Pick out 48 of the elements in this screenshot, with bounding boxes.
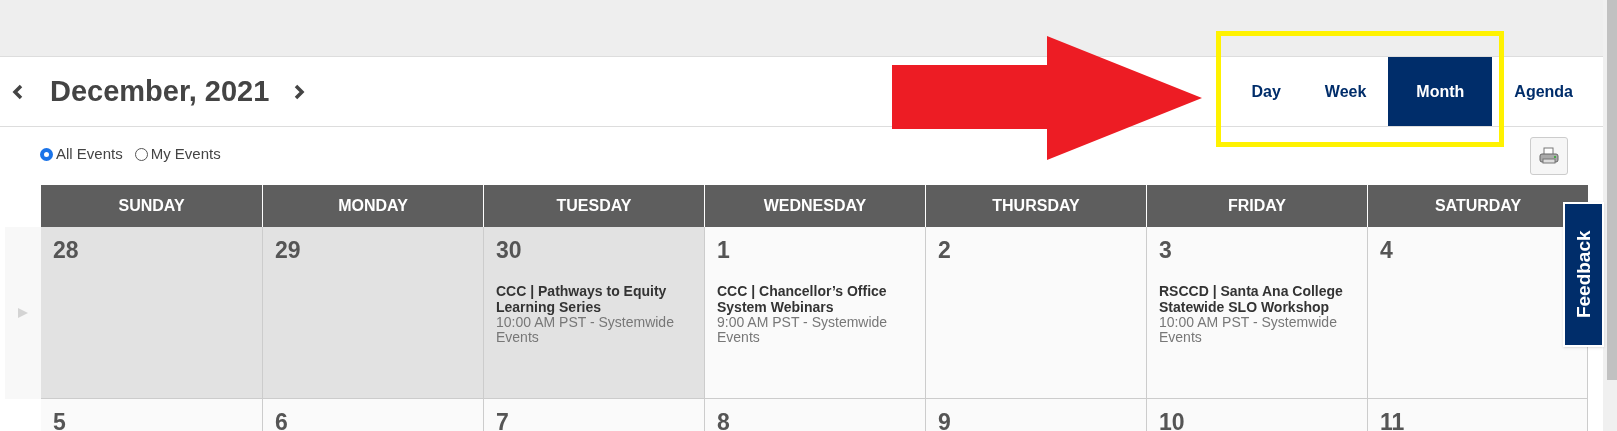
day-cell[interactable]: 28 [41,227,262,398]
day-number: 3 [1159,236,1172,265]
view-tab[interactable]: Week [1302,57,1389,126]
day-number: 29 [275,236,301,265]
day-number: 1 [717,236,730,265]
event-time: 10:00 AM PST - Systemwide Events [1159,314,1338,345]
previous-icon[interactable] [12,82,24,101]
event-time: 9:00 AM PST - Systemwide Events [717,314,889,345]
day-number: 8 [717,408,730,431]
next-icon[interactable] [293,82,306,101]
day-cell[interactable]: 11 [1367,399,1588,431]
day-number: 30 [496,236,522,265]
radio-button[interactable] [40,147,53,161]
radio-button[interactable] [134,147,148,161]
day-cell[interactable]: 1 CCC | Chancellor’s Office System Webinars 9:00 AM PST - Systemwide Events [704,227,925,398]
radio-label: My Events [150,143,221,164]
radio-label: All Events [56,143,123,164]
print-button[interactable] [1530,137,1568,175]
month-title: December, 2021 [50,73,270,109]
feedback-tab[interactable]: Feedback [1563,202,1604,347]
day-cell[interactable]: 7 [483,399,704,431]
day-number: 11 [1380,408,1405,431]
day-cell[interactable]: 30 CCC | Pathways to Equity Learning Series 10:00 AM PST - Systemwide Events [483,227,704,398]
view-tab[interactable]: Month [1388,57,1493,126]
day-number: 2 [938,236,951,265]
day-number: 5 [53,408,66,431]
day-cell[interactable]: 29 [262,227,483,398]
day-cell[interactable]: 2 [925,227,1146,398]
day-number: 28 [53,236,79,265]
view-tab[interactable]: Agenda [1492,57,1595,126]
day-number: 9 [938,408,951,431]
day-cell[interactable]: 3 RSCCD | Santa Ana College Statewide SLO Workshop 10:00 AM PST - Systemwide Events [1146,227,1367,398]
event-title[interactable]: RSCCD | Santa Ana College Statewide SLO Workshop [1159,282,1359,315]
day-cell[interactable]: 5 [41,399,262,431]
day-number: 10 [1159,408,1185,431]
event-title[interactable]: CCC | Chancellor’s Office System Webinars [717,282,917,315]
view-tab[interactable]: Day [1229,57,1303,126]
day-cell[interactable]: 9 [925,399,1146,431]
day-cell[interactable]: 10 [1146,399,1367,431]
day-number: 6 [275,408,288,431]
event-title[interactable]: CCC | Pathways to Equity Learning Series [496,282,696,315]
day-number: 7 [496,408,509,431]
weekday-header: SUNDAY [117,196,186,216]
day-cell[interactable]: 6 [262,399,483,431]
printer-icon [1539,147,1559,165]
event-time: 10:00 AM PST - Systemwide Events [496,314,675,345]
day-cell[interactable]: 8 [704,399,925,431]
day-number: 4 [1380,236,1393,265]
